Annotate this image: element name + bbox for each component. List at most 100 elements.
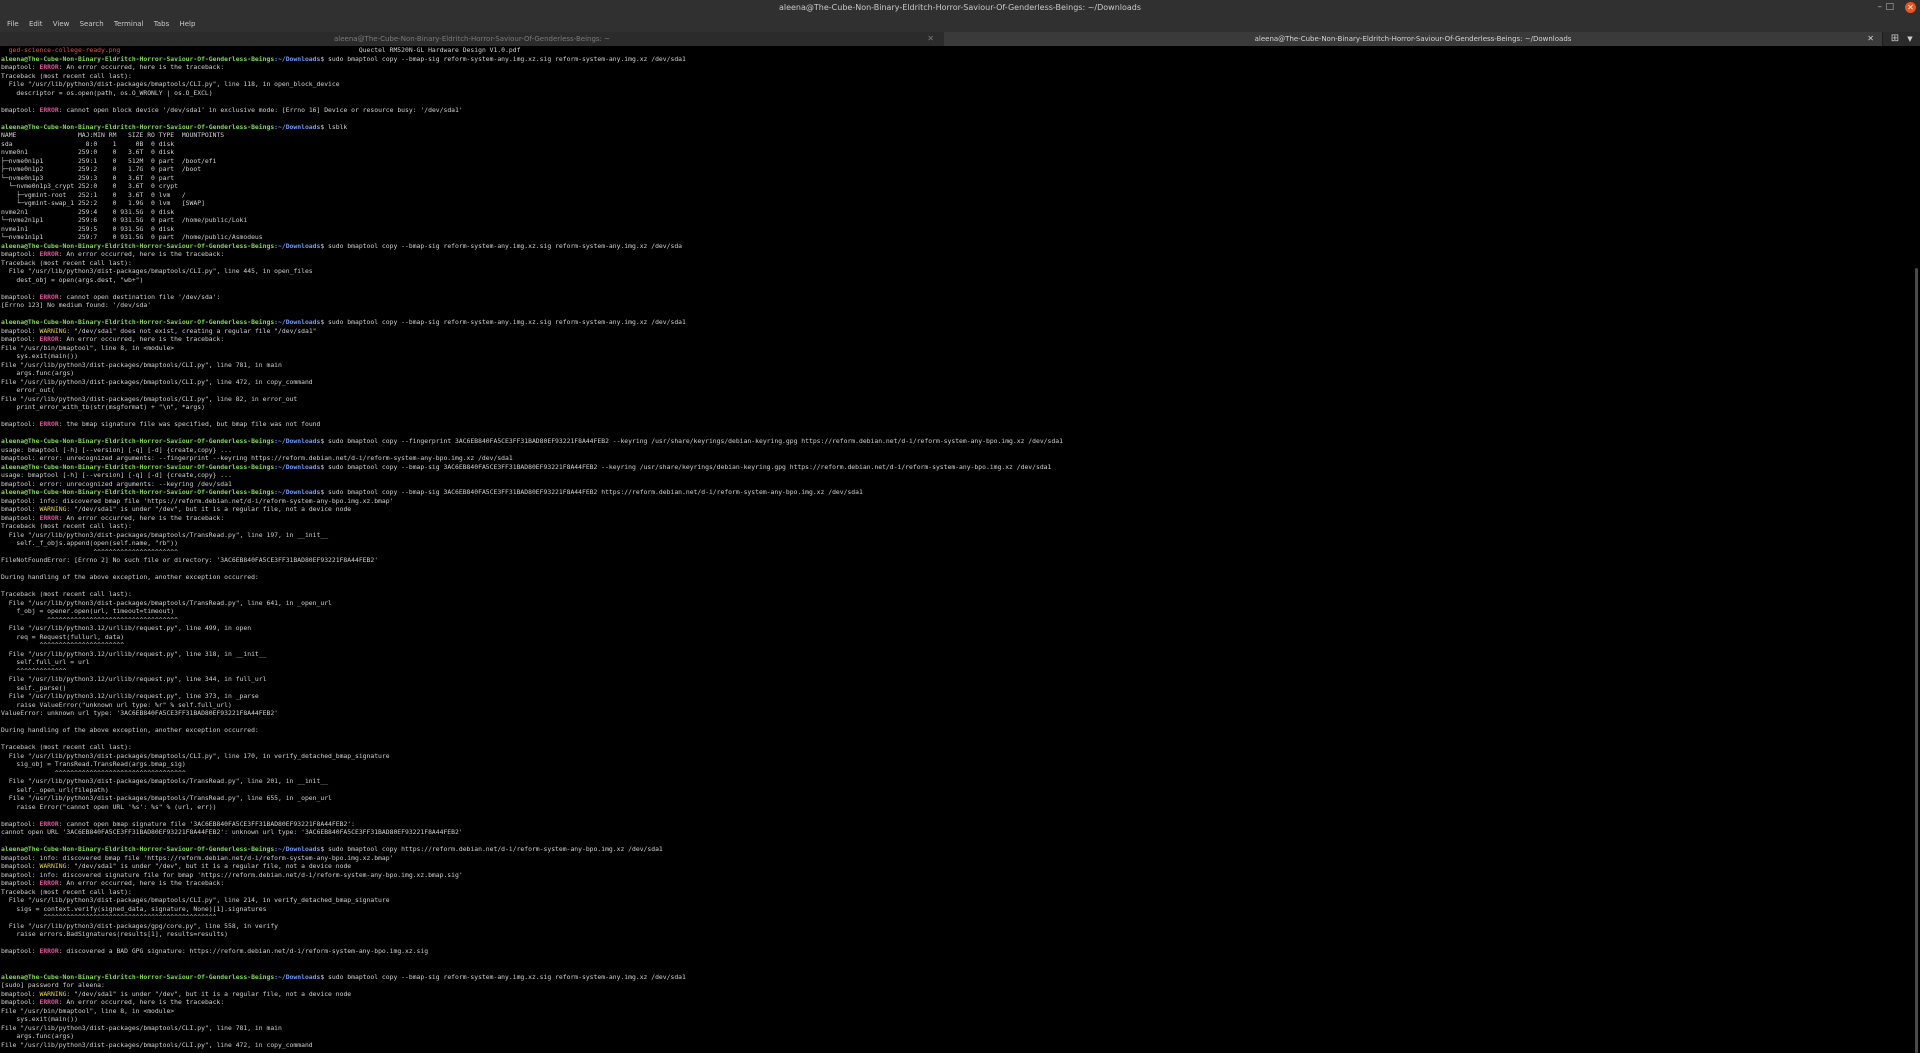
output-segment: During handling of the above exception, … [1,573,259,581]
prompt-symbol: $ [320,845,329,853]
output-line: File "/usr/bin/bmaptool", line 8, in <mo… [0,1007,1912,1016]
menu-edit[interactable]: Edit [25,16,47,28]
close-icon[interactable]: ✕ [927,32,934,46]
output-line: bmaptool: ERROR: An error occurred, here… [0,335,1912,344]
tab-downloads[interactable]: aleena@The-Cube-Non-Binary-Eldritch-Horr… [944,32,1883,46]
output-segment: Traceback (most recent call last): [1,743,132,751]
close-icon[interactable]: ✕ [1905,2,1916,13]
output-segment: File "/usr/lib/python3/dist-packages/bma… [1,1040,313,1049]
command-text: sudo bmaptool copy https://reform.debian… [328,845,663,853]
prompt-path: :~/Downloads [274,972,321,981]
output-segment: Traceback (most recent call last): [1,522,132,530]
output-segment: nvme2n1 259:4 0 931.5G 0 disk [1,207,175,216]
output-segment: File "/usr/bin/bmaptool", line 8, in <mo… [1,1006,175,1015]
menu-help[interactable]: Help [175,16,199,28]
output-line: req = Request(fullurl, data) [0,633,1912,642]
window-titlebar[interactable]: aleena@The-Cube-Non-Binary-Eldritch-Horr… [0,0,1920,16]
output-line: cannot open URL '3AC6EB840FA5CE3FF31BAD8… [0,828,1912,837]
output-segment: : discovered a BAD GPG signature: https:… [58,947,429,955]
output-line: File "/usr/lib/python3/dist-packages/bma… [0,378,1912,387]
menu-terminal[interactable]: Terminal [110,16,148,28]
output-segment: usage: bmaptool [-h] [--version] [-q] [-… [1,471,232,479]
output-segment: : "/dev/sda1" does not exist, creating a… [66,326,317,335]
output-segment: nvme0n1 259:0 0 3.6T 0 disk [1,148,175,156]
output-segment: [Errno 123] No medium found: '/dev/sda' [1,301,152,309]
output-line: bmaptool: ERROR: the bmap signature file… [0,420,1912,429]
output-line: File "/usr/lib/python3/dist-packages/bma… [0,531,1912,540]
chevron-down-icon[interactable]: ▼ [1904,32,1916,46]
output-segment: WARNING [39,326,67,335]
output-segment: Traceback (most recent call last): [1,71,132,80]
output-segment: └─nvme2n1p1 259:6 0 931.5G 0 part /home/… [1,216,248,224]
menu-view[interactable]: View [49,16,74,28]
output-segment: args.func(args) [1,369,75,377]
command-text: sudo bmaptool copy --bmap-sig reform-sys… [328,318,686,326]
output-segment: ├─nvme0n1p2 259:2 0 1.7G 0 part /boot [1,165,202,173]
menu-file[interactable]: File [0,16,23,28]
output-segment: descriptor = os.open(path, os.O_WRONLY |… [1,88,213,97]
prompt-user-host: aleena@The-Cube-Non-Binary-Eldritch-Horr… [1,318,275,326]
prompt-path: :~/Downloads [274,437,321,445]
output-segment: : cannot open bmap signature file '3AC6E… [58,819,355,828]
prompt-symbol: $ [320,462,329,471]
prompt-symbol: $ [320,437,329,445]
prompt-user-host: aleena@The-Cube-Non-Binary-Eldritch-Horr… [1,241,275,250]
prompt-user-host: aleena@The-Cube-Non-Binary-Eldritch-Horr… [1,462,275,471]
output-line: During handling of the above exception, … [0,726,1912,735]
menu-tabs[interactable]: Tabs [150,16,174,28]
minimize-icon[interactable]: – [1878,2,1883,12]
output-line: [sudo] password for aleena: [0,981,1912,990]
output-line: ^^^^^^^^^^^^^^^^^^^^^^ [0,641,1912,650]
tab-home[interactable]: aleena@The-Cube-Non-Binary-Eldritch-Horr… [0,32,945,46]
output-segment: File "/usr/lib/python3/dist-packages/bma… [1,530,329,539]
output-line: File "/usr/lib/python3.12/urllib/request… [0,675,1912,684]
menu-search[interactable]: Search [76,16,108,28]
scrollbar[interactable] [1912,46,1920,1053]
output-line: raise ValueError("unknown url type: %r" … [0,701,1912,710]
output-line: bmaptool: ERROR: An error occurred, here… [0,63,1912,72]
scrollbar-thumb[interactable] [1915,268,1918,1053]
output-segment: ^^^^^^^^^^^^^ [1,666,67,675]
output-segment: WARNING [39,862,67,870]
output-segment: bmaptool: [1,63,40,71]
output-line: During handling of the above exception, … [0,573,1912,582]
prompt-path: :~/Downloads [274,318,321,326]
tab-label: aleena@The-Cube-Non-Binary-Eldritch-Horr… [333,35,610,43]
output-segment: Traceback (most recent call last): [1,887,132,896]
output-segment: ERROR [39,105,59,114]
output-line: f_obj = opener.open(url, timeout=timeout… [0,607,1912,616]
output-line: bmaptool: info: discovered bmap file 'ht… [0,854,1912,863]
close-icon[interactable]: ✕ [1867,32,1874,46]
output-line: bmaptool: error: unrecognized arguments:… [0,454,1912,463]
output-segment: FileNotFoundError: [Errno 2] No such fil… [1,556,379,564]
output-line: ├─nvme0n1p1 259:1 0 512M 0 part /boot/ef… [0,157,1912,166]
menu-bar: File Edit View Search Terminal Tabs Help [0,16,1920,32]
output-line: ValueError: unknown url type: '3AC6EB840… [0,709,1912,718]
output-line: FileNotFoundError: [Errno 2] No such fil… [0,556,1912,565]
output-line: ged-science-college-ready.png Quectel RM… [0,46,1912,55]
plus-icon[interactable]: ⊞ [1888,32,1902,46]
prompt-line: aleena@The-Cube-Non-Binary-Eldritch-Horr… [0,463,1912,472]
output-segment: └─nvme0n1p3_crypt 252:0 0 3.6T 0 crypt [1,182,178,190]
output-segment: File "/usr/lib/python3/dist-packages/bma… [1,777,329,785]
output-line: args.func(args) [0,1032,1912,1041]
output-line: NAME MAJ:MIN RM SIZE RO TYPE MOUNTPOINTS [0,131,1912,140]
prompt-path: :~/Downloads [274,462,321,471]
maximize-icon[interactable]: □ [1885,2,1894,12]
output-line: bmaptool: ERROR: An error occurred, here… [0,514,1912,523]
output-segment: File "/usr/lib/python3.12/urllib/request… [1,692,259,700]
output-segment: ged-science-college-ready.png [1,46,121,54]
output-line: self._open_url(filepath) [0,786,1912,795]
command-text: sudo bmaptool copy --bmap-sig reform-sys… [328,972,686,981]
output-segment: self.full_url = url [1,658,90,666]
terminal-output[interactable]: ged-science-college-ready.png Quectel RM… [0,46,1912,1053]
output-segment: bmaptool: [1,989,40,998]
output-line: ^^^^^^^^^^^^^^^^^^^^^^^^^^^^^^^^^^ [0,616,1912,625]
output-segment: raise errors.BadSignatures(results[1], r… [1,930,229,938]
